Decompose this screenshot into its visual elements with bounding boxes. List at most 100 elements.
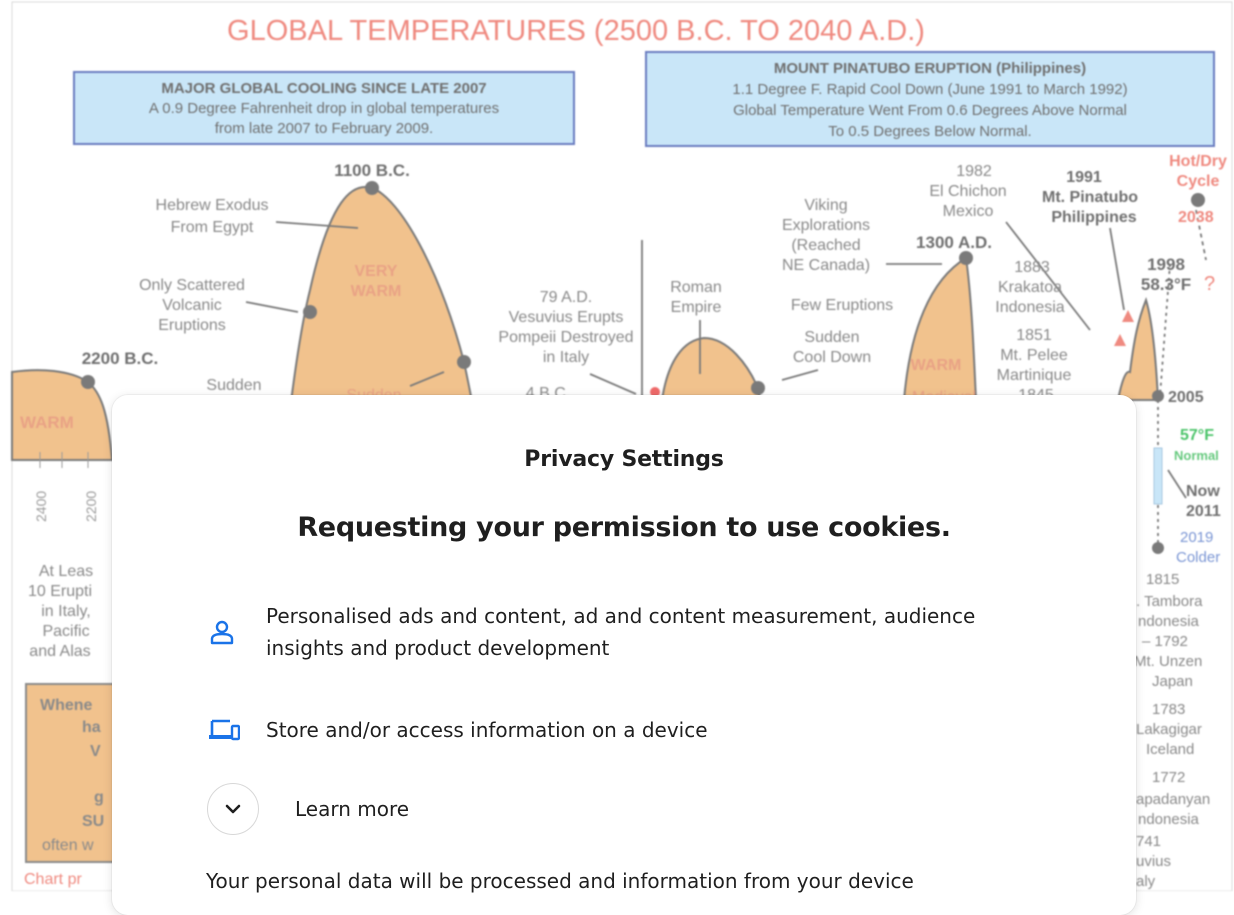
chart-label: 79 A.D. (540, 289, 592, 306)
chart-label: uvius (1136, 853, 1171, 870)
chart-label: Mt. Pelee (1000, 347, 1068, 364)
chart-label: in Italy, (41, 603, 91, 620)
chart-label: 2038 (1178, 209, 1214, 226)
chart-label: 1300 A.D. (916, 233, 992, 252)
pinatubo-box-line: To 0.5 Degrees Below Normal. (828, 123, 1031, 140)
chart-label: Roman (670, 279, 722, 296)
chart-label: WARM (20, 413, 74, 432)
chart-label: Cool Down (793, 349, 871, 366)
chart-label: 1998 (1147, 255, 1185, 274)
chart-label: apadanyan (1136, 791, 1210, 808)
chart-label: ndonesia (1138, 811, 1200, 828)
person-icon (208, 618, 266, 646)
chart-label: El Chichon (929, 183, 1006, 200)
chart-label: Now (1186, 483, 1220, 500)
purpose-item-store-access: Store and/or access information on a dev… (208, 714, 1006, 746)
chart-label: Japan (1152, 673, 1193, 690)
devices-icon (208, 716, 266, 744)
chart-label: NE Canada) (782, 257, 870, 274)
chart-label: ndonesia (1138, 613, 1200, 630)
chevron-down-icon (225, 804, 241, 814)
cooling-box-heading: MAJOR GLOBAL COOLING SINCE LATE 2007 (161, 80, 486, 97)
chart-label: 1883 (1014, 259, 1050, 276)
chart-label: WARM (911, 357, 962, 374)
chart-label: Martinique (997, 367, 1072, 384)
purpose-label: Store and/or access information on a dev… (266, 718, 708, 742)
chart-label: 1100 B.C. (334, 161, 410, 180)
chart-label: Sudden (804, 329, 859, 346)
chart-label: Indonesia (995, 299, 1064, 316)
chart-label: 2200 B.C. (82, 349, 159, 368)
chart-label: . Tambora (1136, 593, 1203, 610)
chart-label: Pompeii Destroyed (498, 329, 633, 346)
chart-label: Mexico (943, 203, 994, 220)
chart-label: 2005 (1168, 389, 1204, 406)
chart-label: in Italy (543, 349, 589, 366)
chart-label: Hot/Dry (1169, 153, 1227, 170)
chart-label: From Egypt (171, 219, 254, 236)
purpose-item-personalised-ads: Personalised ads and content, ad and con… (208, 600, 1006, 664)
chart-label: (Reached (791, 237, 860, 254)
chart-label: 2019 (1180, 529, 1213, 546)
cooling-box-line: A 0.9 Degree Fahrenheit drop in global t… (149, 100, 499, 117)
chart-label: Viking (804, 197, 847, 214)
purpose-label: Personalised ads and content, ad and con… (266, 604, 976, 660)
chart-label: Empire (671, 299, 722, 316)
chart-label: Vesuvius Erupts (509, 309, 624, 326)
chart-label: 10 Erupti (28, 583, 92, 600)
chart-label: often w (42, 837, 94, 854)
chart-label: Chart pr (24, 871, 82, 888)
chart-label: 2011 (1186, 503, 1221, 520)
chart-label: Mt. Unzen (1134, 653, 1202, 670)
chart-label: 1783 (1152, 701, 1185, 718)
chart-label: Cycle (1177, 173, 1220, 190)
chart-label: Eruptions (158, 317, 226, 334)
cooling-box-line: from late 2007 to February 2009. (215, 120, 433, 137)
chart-label: Whene (40, 697, 93, 714)
chart-label: Lakagigar (1136, 721, 1202, 738)
chart-title: GLOBAL TEMPERATURES (2500 B.C. TO 2040 A… (227, 15, 925, 47)
cookie-consent-dialog: Privacy Settings Requesting your permiss… (112, 395, 1136, 915)
chart-label: 1851 (1016, 327, 1052, 344)
chart-label: 1982 (956, 163, 992, 180)
dialog-heading: Privacy Settings (524, 447, 724, 472)
chart-label: ha (82, 719, 101, 736)
chart-label: Krakatoa (998, 279, 1062, 296)
chart-label: 1815 (1146, 571, 1179, 588)
chart-label: Colder (1176, 549, 1220, 566)
learn-more-label[interactable]: Learn more (295, 795, 409, 823)
chart-label: VERY (355, 263, 398, 280)
chart-label: Mt. Pinatubo (1042, 189, 1138, 206)
learn-more-expand-button[interactable] (207, 783, 259, 835)
chart-label: Explorations (782, 217, 870, 234)
chart-label: At Leas (39, 563, 93, 580)
chart-label: and Alas (29, 643, 90, 660)
chart-label: Sudden (206, 377, 261, 394)
chart-label: Few Eruptions (791, 297, 893, 314)
chart-label: aly (1136, 873, 1156, 890)
pinatubo-box-line: Global Temperature Went From 0.6 Degrees… (733, 102, 1127, 119)
chart-label: Philippines (1051, 209, 1136, 226)
chart-label: Only Scattered (139, 277, 245, 294)
chart-label: g (94, 789, 104, 806)
chart-label: Pacific (42, 623, 89, 640)
chart-label: V (90, 743, 101, 760)
chart-label: Iceland (1146, 741, 1194, 758)
chart-label: SU (82, 813, 104, 830)
chart-label: 1991 (1066, 169, 1102, 186)
axis-tick-label: 2400 (33, 491, 49, 522)
pinatubo-box-line: 1.1 Degree F. Rapid Cool Down (June 1991… (732, 81, 1127, 98)
chart-label: 58.3°F (1141, 275, 1191, 294)
chart-label: WARM (351, 283, 402, 300)
pinatubo-box-heading: MOUNT PINATUBO ERUPTION (Philippines) (774, 60, 1086, 77)
chart-label: ? (1204, 273, 1215, 295)
axis-tick-label: 2200 (83, 491, 99, 522)
chart-label: Normal (1174, 448, 1219, 463)
dialog-title: Requesting your permission to use cookie… (297, 512, 951, 543)
chart-label: 1772 (1152, 769, 1185, 786)
chart-label: 741 (1136, 833, 1161, 850)
chart-label: Hebrew Exodus (156, 197, 269, 214)
chart-label: – 1792 (1142, 633, 1188, 650)
chart-label: Volcanic (162, 297, 222, 314)
chart-label: 57°F (1180, 427, 1214, 444)
